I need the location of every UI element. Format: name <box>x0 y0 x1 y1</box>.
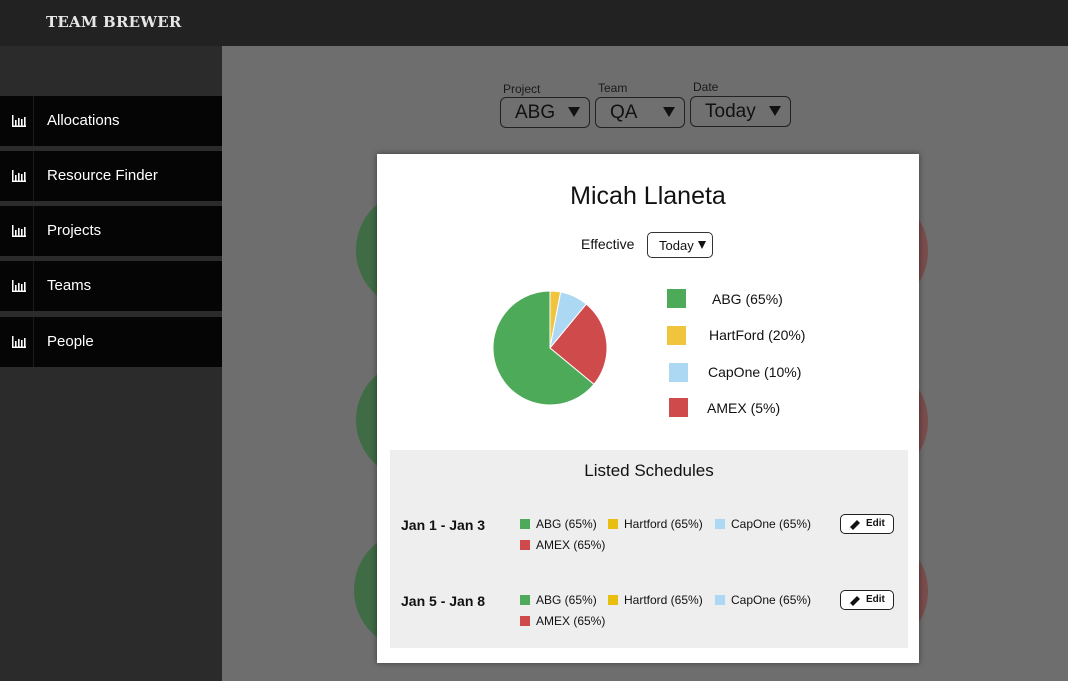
legend-swatch-abg <box>667 289 686 308</box>
pencil-icon <box>849 596 860 606</box>
project-select[interactable]: ABG <box>500 97 590 128</box>
sidebar-item-allocations[interactable]: Allocations <box>0 96 222 146</box>
schedule-chip-label: Hartford (65%) <box>624 517 703 531</box>
schedule-swatch <box>520 616 530 626</box>
bar-chart-icon <box>0 317 34 367</box>
effective-select-value: Today <box>659 238 694 253</box>
sidebar-item-label: Projects <box>47 222 102 239</box>
schedule-swatch <box>520 595 530 605</box>
listed-schedules-panel: Listed Schedules Jan 1 - Jan 3 ABG (65%)… <box>390 450 908 648</box>
effective-label: Effective <box>581 236 635 252</box>
team-select[interactable]: QA <box>595 97 685 128</box>
edit-schedule-button[interactable]: Edit <box>840 590 894 610</box>
sidebar: Allocations Resource Finder Projects Tea… <box>0 46 222 681</box>
date-select[interactable]: Today <box>690 96 791 127</box>
bar-chart-icon <box>0 151 34 201</box>
legend-label-hartford: HartFord (20%) <box>709 327 806 343</box>
schedule-swatch <box>520 519 530 529</box>
sidebar-item-people[interactable]: People <box>0 317 222 367</box>
legend-swatch-hartford <box>667 326 686 345</box>
legend-swatch-amex <box>669 398 688 417</box>
dropdown-arrow-icon <box>568 107 580 117</box>
schedule-chip-label: Hartford (65%) <box>624 593 703 607</box>
allocation-pie-chart <box>492 290 608 406</box>
team-select-value: QA <box>610 102 638 123</box>
schedule-chip-label: CapOne (65%) <box>731 593 812 607</box>
sidebar-item-label: Resource Finder <box>47 167 158 184</box>
schedule-date-range: Jan 1 - Jan 3 <box>401 517 486 533</box>
dropdown-arrow-icon <box>698 241 706 249</box>
date-filter-label: Date <box>693 80 719 94</box>
schedule-chip-label: ABG (65%) <box>536 517 597 531</box>
schedule-chip-label: ABG (65%) <box>536 593 597 607</box>
dropdown-arrow-icon <box>663 107 675 117</box>
edit-button-label: Edit <box>866 518 885 529</box>
bar-chart-icon <box>0 206 34 256</box>
date-select-value: Today <box>705 101 756 122</box>
bar-chart-icon <box>0 261 34 311</box>
sidebar-item-label: Allocations <box>47 112 120 129</box>
sidebar-item-label: Teams <box>47 277 92 294</box>
team-filter-label: Team <box>598 81 628 95</box>
project-select-value: ABG <box>515 102 556 123</box>
project-filter-label: Project <box>503 82 541 96</box>
legend-label-amex: AMEX (5%) <box>707 400 781 416</box>
sidebar-item-projects[interactable]: Projects <box>0 206 222 256</box>
sidebar-item-resource-finder[interactable]: Resource Finder <box>0 151 222 201</box>
top-bar: TEAM BREWER <box>0 0 1068 46</box>
edit-schedule-button[interactable]: Edit <box>840 514 894 534</box>
schedule-swatch <box>715 519 725 529</box>
brand-logo[interactable]: TEAM BREWER <box>46 13 182 31</box>
schedule-swatch <box>608 595 618 605</box>
pencil-icon <box>849 520 860 530</box>
person-name: Micah Llaneta <box>570 182 726 210</box>
schedules-title: Listed Schedules <box>584 461 714 480</box>
schedule-chip-label: AMEX (65%) <box>536 538 606 552</box>
schedule-chip-label: CapOne (65%) <box>731 517 812 531</box>
schedule-date-range: Jan 5 - Jan 8 <box>401 593 486 609</box>
schedule-swatch <box>520 540 530 550</box>
legend-swatch-capone <box>669 363 688 382</box>
legend-label-abg: ABG (65%) <box>712 291 783 307</box>
legend-label-capone: CapOne (10%) <box>708 364 802 380</box>
schedule-chip-label: AMEX (65%) <box>536 614 606 628</box>
schedule-swatch <box>715 595 725 605</box>
bar-chart-icon <box>0 96 34 146</box>
schedule-swatch <box>608 519 618 529</box>
dropdown-arrow-icon <box>769 106 781 116</box>
sidebar-item-teams[interactable]: Teams <box>0 261 222 311</box>
effective-date-select[interactable]: Today <box>647 232 713 258</box>
edit-button-label: Edit <box>866 594 885 605</box>
person-allocation-modal: Micah Llaneta Effective Today ABG (65%) … <box>377 154 919 663</box>
sidebar-item-label: People <box>47 333 94 350</box>
